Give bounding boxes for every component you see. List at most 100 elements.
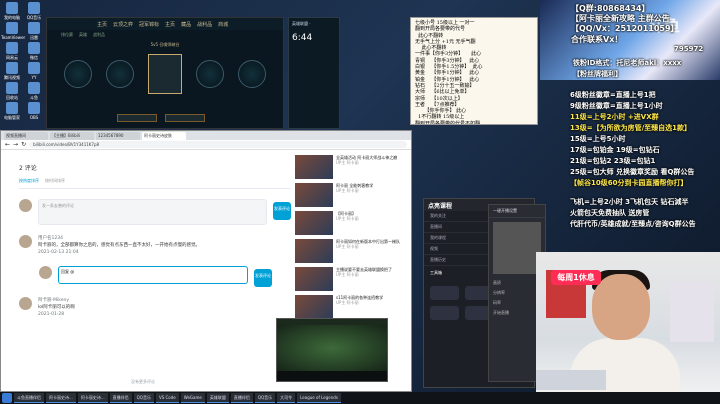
comment-time: 2021-02-13 21:04 <box>38 250 79 255</box>
overlay-text: 21级=包钻2 23级=包钻1 <box>570 157 656 165</box>
game-preview[interactable] <box>276 318 388 382</box>
comment-text: 阿卡丽的，全部都算你之后的，感觉有点东西一直不太好，一开始有点慢的感觉。 <box>38 243 200 248</box>
video-thumbnail <box>295 267 333 291</box>
game-client-subnav: 排位赛 英雄 战利品 <box>47 30 283 40</box>
taskbar-item[interactable]: QQ音乐 <box>254 393 276 403</box>
subnav-tab[interactable]: 排位赛 <box>61 32 73 38</box>
app-icon <box>28 82 40 94</box>
back-icon[interactable]: ← <box>5 141 10 148</box>
find-match-button[interactable] <box>117 114 157 122</box>
lobby-slot[interactable] <box>106 60 134 88</box>
recommended-item[interactable]: 主播说要不要去英雄联盟换把了 UP主 阿卡丽 <box>295 267 407 291</box>
sort-time[interactable]: 按时间排序 <box>45 178 65 184</box>
rest-day-badge: 每周1休息 <box>551 270 601 285</box>
comment-section: 2 评论 按热度排序 按时间排序 发一条友善的评论 发表评论 用户名1234 阿… <box>19 157 291 318</box>
nav-item[interactable]: 冠军锦标 <box>139 21 159 28</box>
taskbar-item[interactable]: 直播伴侣 <box>109 393 132 403</box>
taskbar-item[interactable]: 大司令 <box>277 393 296 403</box>
comment-input[interactable]: 发一条友善的评论 <box>38 199 268 225</box>
recommended-item[interactable]: 阿卡丽如何在新版本中打出第一梯队 UP主 阿卡丽 <box>295 239 407 263</box>
desktop-icon-label: 迅雷 <box>30 35 38 40</box>
reply-input[interactable]: 回复 @ <box>58 266 248 284</box>
video-uploader: UP主 阿卡丽 <box>336 272 359 277</box>
lobby-slot[interactable] <box>196 60 224 88</box>
desktop-icon[interactable]: TeamViewer <box>1 22 25 40</box>
forward-icon[interactable]: → <box>13 141 18 148</box>
start-icon[interactable] <box>2 393 12 403</box>
reply-send-button[interactable]: 发表评论 <box>254 269 272 287</box>
desktop-icon[interactable]: OBS <box>23 102 45 120</box>
comment-author[interactable]: 用户名1234 <box>38 235 200 242</box>
recommended-item[interactable]: 【阿卡丽】 UP主 阿卡丽 <box>295 211 407 235</box>
video-thumbnail <box>295 183 333 207</box>
nav-item[interactable]: 商城 <box>218 21 228 28</box>
overlay-text: 795972 <box>674 45 704 53</box>
desktop-icon[interactable]: 斗鱼 <box>23 82 45 101</box>
tool-button[interactable] <box>430 286 459 300</box>
rules-notice: 七级小号 15级以上 一对一 翻到开局各要带的代号 此心不翻转 无手气上分 +1… <box>410 17 538 125</box>
taskbar-item[interactable]: 阿卡丽史诗... <box>77 393 108 403</box>
comment-time: 2021-01-28 <box>38 312 65 317</box>
desktop-icon[interactable]: 迅雷 <box>23 22 45 41</box>
browser-tab-active[interactable]: 阿卡丽史诗皮肤 <box>142 132 186 140</box>
overlay-text: 9级粉丝徽章=直播上号1小时 <box>570 102 663 110</box>
tool-button[interactable] <box>430 306 459 320</box>
desktop-icon[interactable]: QQ音乐 <box>23 2 45 21</box>
sort-hot[interactable]: 按热度排序 <box>19 178 39 184</box>
nav-item[interactable]: 云顶之弈 <box>113 21 133 28</box>
comment-item: 阿卡丽-Mikeny lol阿卡丽可以的啊 2021-01-28 <box>19 297 291 318</box>
taskbar-item[interactable]: League of Legends <box>297 393 341 403</box>
recommended-item[interactable]: 阿卡丽 全能刺客教学 UP主 阿卡丽 <box>295 183 407 207</box>
taskbar-item[interactable]: 直播伴侣 <box>230 393 253 403</box>
app-icon <box>28 102 40 114</box>
taskbar: 斗鱼直播伴侣 阿卡丽史诗... 阿卡丽史诗... 直播伴侣 QQ音乐 VS Code WeG… <box>0 392 720 404</box>
nav-item[interactable]: 战利品 <box>197 21 212 28</box>
comment-text: lol阿卡丽可以的啊 <box>38 305 75 310</box>
taskbar-item[interactable]: 英雄联盟 <box>206 393 229 403</box>
desktop-icon[interactable]: 腾讯视频 <box>1 62 23 81</box>
browser-tab[interactable]: 【主播】Bilibili <box>50 132 94 140</box>
leave-button[interactable] <box>165 114 205 122</box>
overlay-text: 25级=包大师 兑换徽章奖励 看Q群公告 <box>570 168 695 176</box>
taskbar-item[interactable]: 阿卡丽史诗... <box>46 393 76 403</box>
recommended-item[interactable]: s11阿卡丽的各种连招教学 UP主 阿卡丽 <box>295 295 407 319</box>
lobby-slot[interactable] <box>238 60 266 88</box>
recommended-item[interactable]: 全英雄活动 阿卡丽大师战斗神之巅 UP主 阿卡丽 <box>295 155 407 179</box>
app-icon <box>28 22 40 34</box>
comment-author[interactable]: 阿卡丽-Mikeny <box>38 297 75 304</box>
desktop-icon[interactable]: 电脑管家 <box>1 102 23 121</box>
video-uploader: UP主 阿卡丽 <box>336 300 359 305</box>
taskbar-item[interactable]: WeGame <box>180 393 205 403</box>
subnav-tab[interactable]: 英雄 <box>79 32 87 38</box>
browser-tab[interactable]: 视频直播间 <box>4 132 48 140</box>
app-icon <box>6 22 18 34</box>
reply-composer: 回复 @ 发表评论 <box>39 266 291 287</box>
send-button[interactable]: 发表评论 <box>273 202 291 220</box>
app-icon <box>6 2 18 14</box>
nav-item[interactable]: 藏品 <box>181 21 191 28</box>
nav-item[interactable]: 主页 <box>165 21 175 28</box>
desktop-icon[interactable]: 微信 <box>23 42 45 61</box>
video-thumbnail <box>295 295 333 319</box>
taskbar-item[interactable]: QQ音乐 <box>133 393 154 403</box>
taskbar-item[interactable]: 斗鱼直播伴侣 <box>14 393 44 403</box>
video-uploader: UP主 阿卡丽 <box>336 244 359 249</box>
notice-line: 翻到开局各要带的代号不如翻 <box>415 120 481 125</box>
browser-tab[interactable]: 1234567890 <box>96 132 140 140</box>
desktop-icon-label: 腾讯视频 <box>4 75 20 80</box>
avatar <box>19 235 32 248</box>
taskbar-item[interactable]: VS Code <box>155 393 179 403</box>
reload-icon[interactable]: ↻ <box>21 141 26 148</box>
subnav-tab[interactable]: 战利品 <box>93 32 105 38</box>
lobby-slot[interactable] <box>64 60 92 88</box>
nav-item[interactable]: 主页 <box>97 21 107 28</box>
url-input[interactable]: bilibili.com/video/BV1Y3411K7p8 <box>29 141 407 148</box>
desktop-icon[interactable]: 网易云 <box>1 42 23 61</box>
game-hud <box>277 371 387 381</box>
desktop-icon[interactable]: 回收站 <box>1 82 23 101</box>
side-window[interactable]: 英雄联盟 · 6:44 <box>288 17 340 129</box>
game-map <box>277 325 387 371</box>
desktop-icon[interactable]: YY <box>23 62 45 80</box>
desktop-icon[interactable]: 我的电脑 <box>1 2 23 21</box>
game-client-window[interactable]: 主页 云顶之弈 冠军锦标 主页 藏品 战利品 商城 排位赛 英雄 战利品 5v5… <box>46 17 284 129</box>
